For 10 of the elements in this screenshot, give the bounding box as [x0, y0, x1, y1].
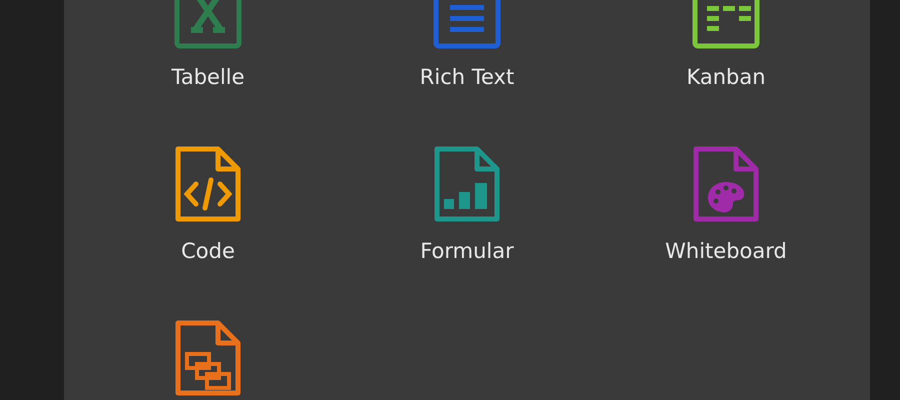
palette-file-icon[interactable] [691, 144, 761, 224]
chart-file-icon[interactable] [432, 144, 502, 224]
template-label[interactable]: Whiteboard [665, 238, 787, 264]
template-label[interactable]: Rich Text [420, 64, 514, 90]
diagram-file-icon[interactable] [173, 318, 243, 398]
code-file-icon[interactable] [173, 144, 243, 224]
template-label[interactable]: Code [181, 238, 235, 264]
template-label[interactable]: Kanban [686, 64, 766, 90]
template-label[interactable]: Tabelle [171, 64, 245, 90]
template-label[interactable]: Formular [420, 238, 514, 264]
